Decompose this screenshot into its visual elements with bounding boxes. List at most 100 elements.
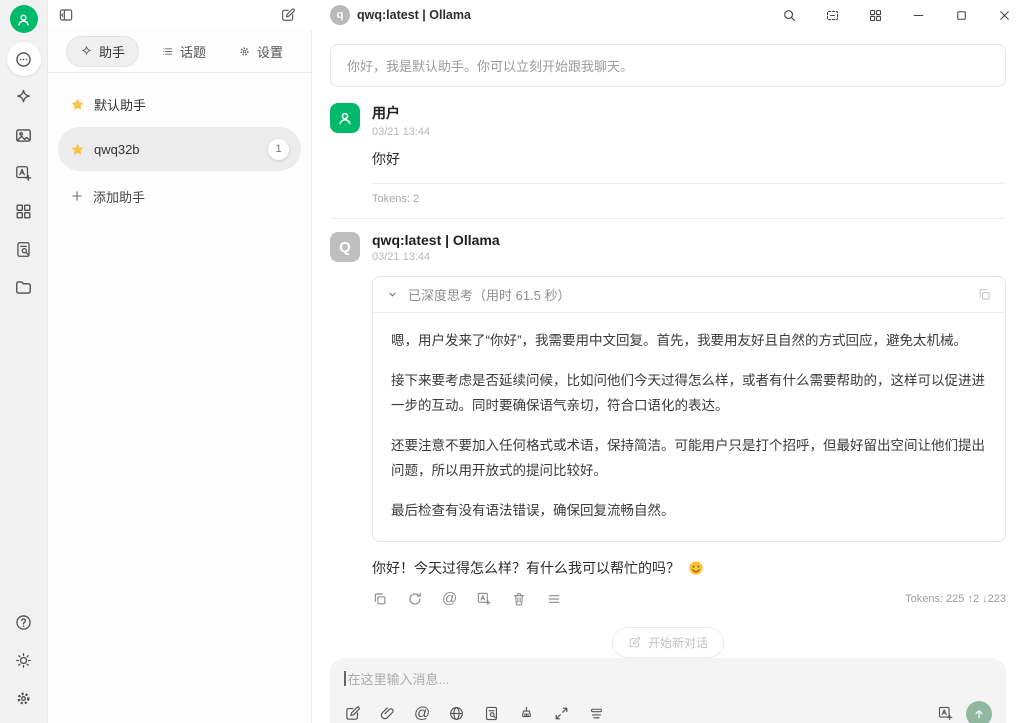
titlebar: q qwq:latest | Ollama — [48, 0, 1024, 30]
new-chat-button[interactable]: 开始新对话 — [612, 627, 724, 658]
chat-icon — [14, 50, 33, 69]
nav-chat-button[interactable] — [7, 42, 41, 76]
sidebar-tabs: 助手 话题 设置 — [48, 30, 311, 73]
nav-agents-button[interactable] — [7, 80, 41, 114]
new-topic-button[interactable] — [344, 705, 361, 722]
answer-text: 你好！今天过得怎么样？有什么我可以帮忙的吗？ — [372, 558, 680, 578]
clear-messages-button[interactable] — [518, 705, 535, 722]
thinking-paragraph: 嗯，用户发来了“你好”，我需要用中文回复。首先，我要用友好且自然的方式回应，避免… — [391, 329, 987, 354]
delete-button[interactable] — [511, 591, 527, 607]
app-launcher-button[interactable] — [866, 6, 885, 25]
theme-icon — [14, 651, 33, 670]
compose-icon — [628, 636, 641, 649]
new-chat-icon-button[interactable] — [278, 5, 298, 25]
tab-assistants[interactable]: 助手 — [66, 36, 139, 67]
token-count: Tokens: 225 ↑2 ↓223 — [905, 593, 1006, 605]
settings-gear-icon — [14, 689, 33, 708]
nav-apps-button[interactable] — [7, 194, 41, 228]
refresh-icon — [407, 591, 423, 607]
tab-label: 助手 — [99, 42, 125, 61]
user-avatar[interactable] — [10, 5, 38, 33]
thinking-paragraph: 最后检查有没有语法错误，确保回复流畅自然。 — [391, 499, 987, 524]
copy-icon — [372, 591, 388, 607]
star-icon — [70, 142, 85, 157]
message-timestamp: 03/21 13:44 — [372, 251, 1006, 263]
list-icon — [161, 45, 174, 58]
nav-knowledge-button[interactable] — [7, 232, 41, 266]
copy-button[interactable] — [372, 591, 388, 607]
chat-area: 你好，我是默认助手。你可以立刻开始跟我聊天。 用户 03/21 13:44 你好… — [312, 30, 1024, 723]
message-input[interactable]: 在这里输入消息... — [344, 669, 992, 688]
web-search-button[interactable] — [448, 705, 465, 722]
attach-button[interactable] — [379, 705, 396, 722]
knowledge-base-button[interactable] — [483, 705, 500, 722]
translate-icon — [14, 164, 33, 183]
attachment-icon — [379, 705, 396, 722]
web-search-icon — [448, 705, 465, 722]
user-avatar-icon — [336, 109, 354, 127]
mini-window-button[interactable] — [823, 6, 842, 25]
add-assistant-button[interactable]: 添加助手 — [58, 177, 301, 215]
send-icon — [972, 707, 986, 721]
apps-grid-icon — [868, 8, 883, 23]
assistant-answer: 你好！今天过得怎么样？有什么我可以帮忙的吗？ — [372, 558, 1006, 578]
settings-gear-icon — [238, 45, 251, 58]
assistant-item-default[interactable]: 默认助手 — [58, 85, 301, 123]
message-timestamp: 03/21 13:44 — [372, 126, 1006, 138]
tab-label: 话题 — [180, 42, 206, 61]
clear-context-button[interactable] — [588, 705, 605, 722]
thinking-block-header[interactable]: 已深度思考（用时 61.5 秒） — [373, 277, 1005, 313]
star-icon — [70, 97, 85, 112]
apps-grid-icon — [14, 202, 33, 221]
knowledge-icon — [483, 705, 500, 722]
mention-button[interactable]: @ — [442, 591, 457, 606]
text-cursor — [344, 671, 346, 686]
assistants-sidebar: 助手 话题 设置 默认助手 — [48, 30, 312, 723]
send-button[interactable] — [966, 701, 992, 723]
mention-icon: @ — [414, 706, 430, 722]
panel-collapse-button[interactable] — [56, 5, 76, 25]
theme-toggle-button[interactable] — [7, 643, 41, 677]
sparkle-icon — [80, 45, 93, 58]
message-actions: @ Tokens: 225 ↑2 ↓223 — [372, 591, 1006, 607]
topic-count-badge: 1 — [268, 139, 289, 160]
folder-icon — [14, 278, 33, 297]
assistant-greeting: 你好，我是默认助手。你可以立刻开始跟我聊天。 — [330, 44, 1006, 87]
nav-images-button[interactable] — [7, 118, 41, 152]
nav-translate-button[interactable] — [7, 156, 41, 190]
thinking-content: 嗯，用户发来了“你好”，我需要用中文回复。首先，我要用友好且自然的方式回应，避免… — [373, 313, 1005, 541]
assistant-list: 默认助手 qwq32b 1 添加助手 — [48, 73, 311, 227]
add-assistant-label: 添加助手 — [93, 187, 145, 206]
clear-context-icon — [588, 705, 605, 722]
search-button[interactable] — [780, 6, 799, 25]
assistant-item-qwq32b[interactable]: qwq32b 1 — [58, 127, 301, 171]
minimize-button[interactable] — [909, 6, 928, 25]
app-window: q qwq:latest | Ollama — [0, 0, 1024, 723]
delete-icon — [511, 591, 527, 607]
close-button[interactable] — [995, 6, 1014, 25]
assistant-message: Q qwq:latest | Ollama 03/21 13:44 已深度思考（… — [330, 232, 1006, 607]
expand-input-button[interactable] — [553, 705, 570, 722]
tab-topics[interactable]: 话题 — [151, 36, 216, 67]
close-icon — [997, 8, 1012, 23]
regenerate-button[interactable] — [407, 591, 423, 607]
panel-collapse-icon — [58, 7, 74, 23]
message-sender-name: 用户 — [372, 103, 1006, 123]
translate-input-button[interactable] — [937, 705, 954, 722]
tab-label: 设置 — [257, 42, 283, 61]
mention-model-button[interactable]: @ — [414, 706, 430, 722]
maximize-button[interactable] — [952, 6, 971, 25]
assistant-message-avatar: Q — [330, 232, 360, 262]
model-selector[interactable]: q qwq:latest | Ollama — [330, 5, 471, 25]
settings-button[interactable] — [7, 681, 41, 715]
knowledge-icon — [14, 240, 33, 259]
smile-emoji — [688, 560, 704, 576]
translate-button[interactable] — [476, 591, 492, 607]
user-message-avatar — [330, 103, 360, 133]
help-button[interactable] — [7, 605, 41, 639]
tab-settings[interactable]: 设置 — [228, 36, 293, 67]
more-button[interactable] — [546, 591, 562, 607]
chevron-down-icon — [386, 288, 399, 301]
nav-files-button[interactable] — [7, 270, 41, 304]
copy-icon[interactable] — [977, 287, 992, 302]
